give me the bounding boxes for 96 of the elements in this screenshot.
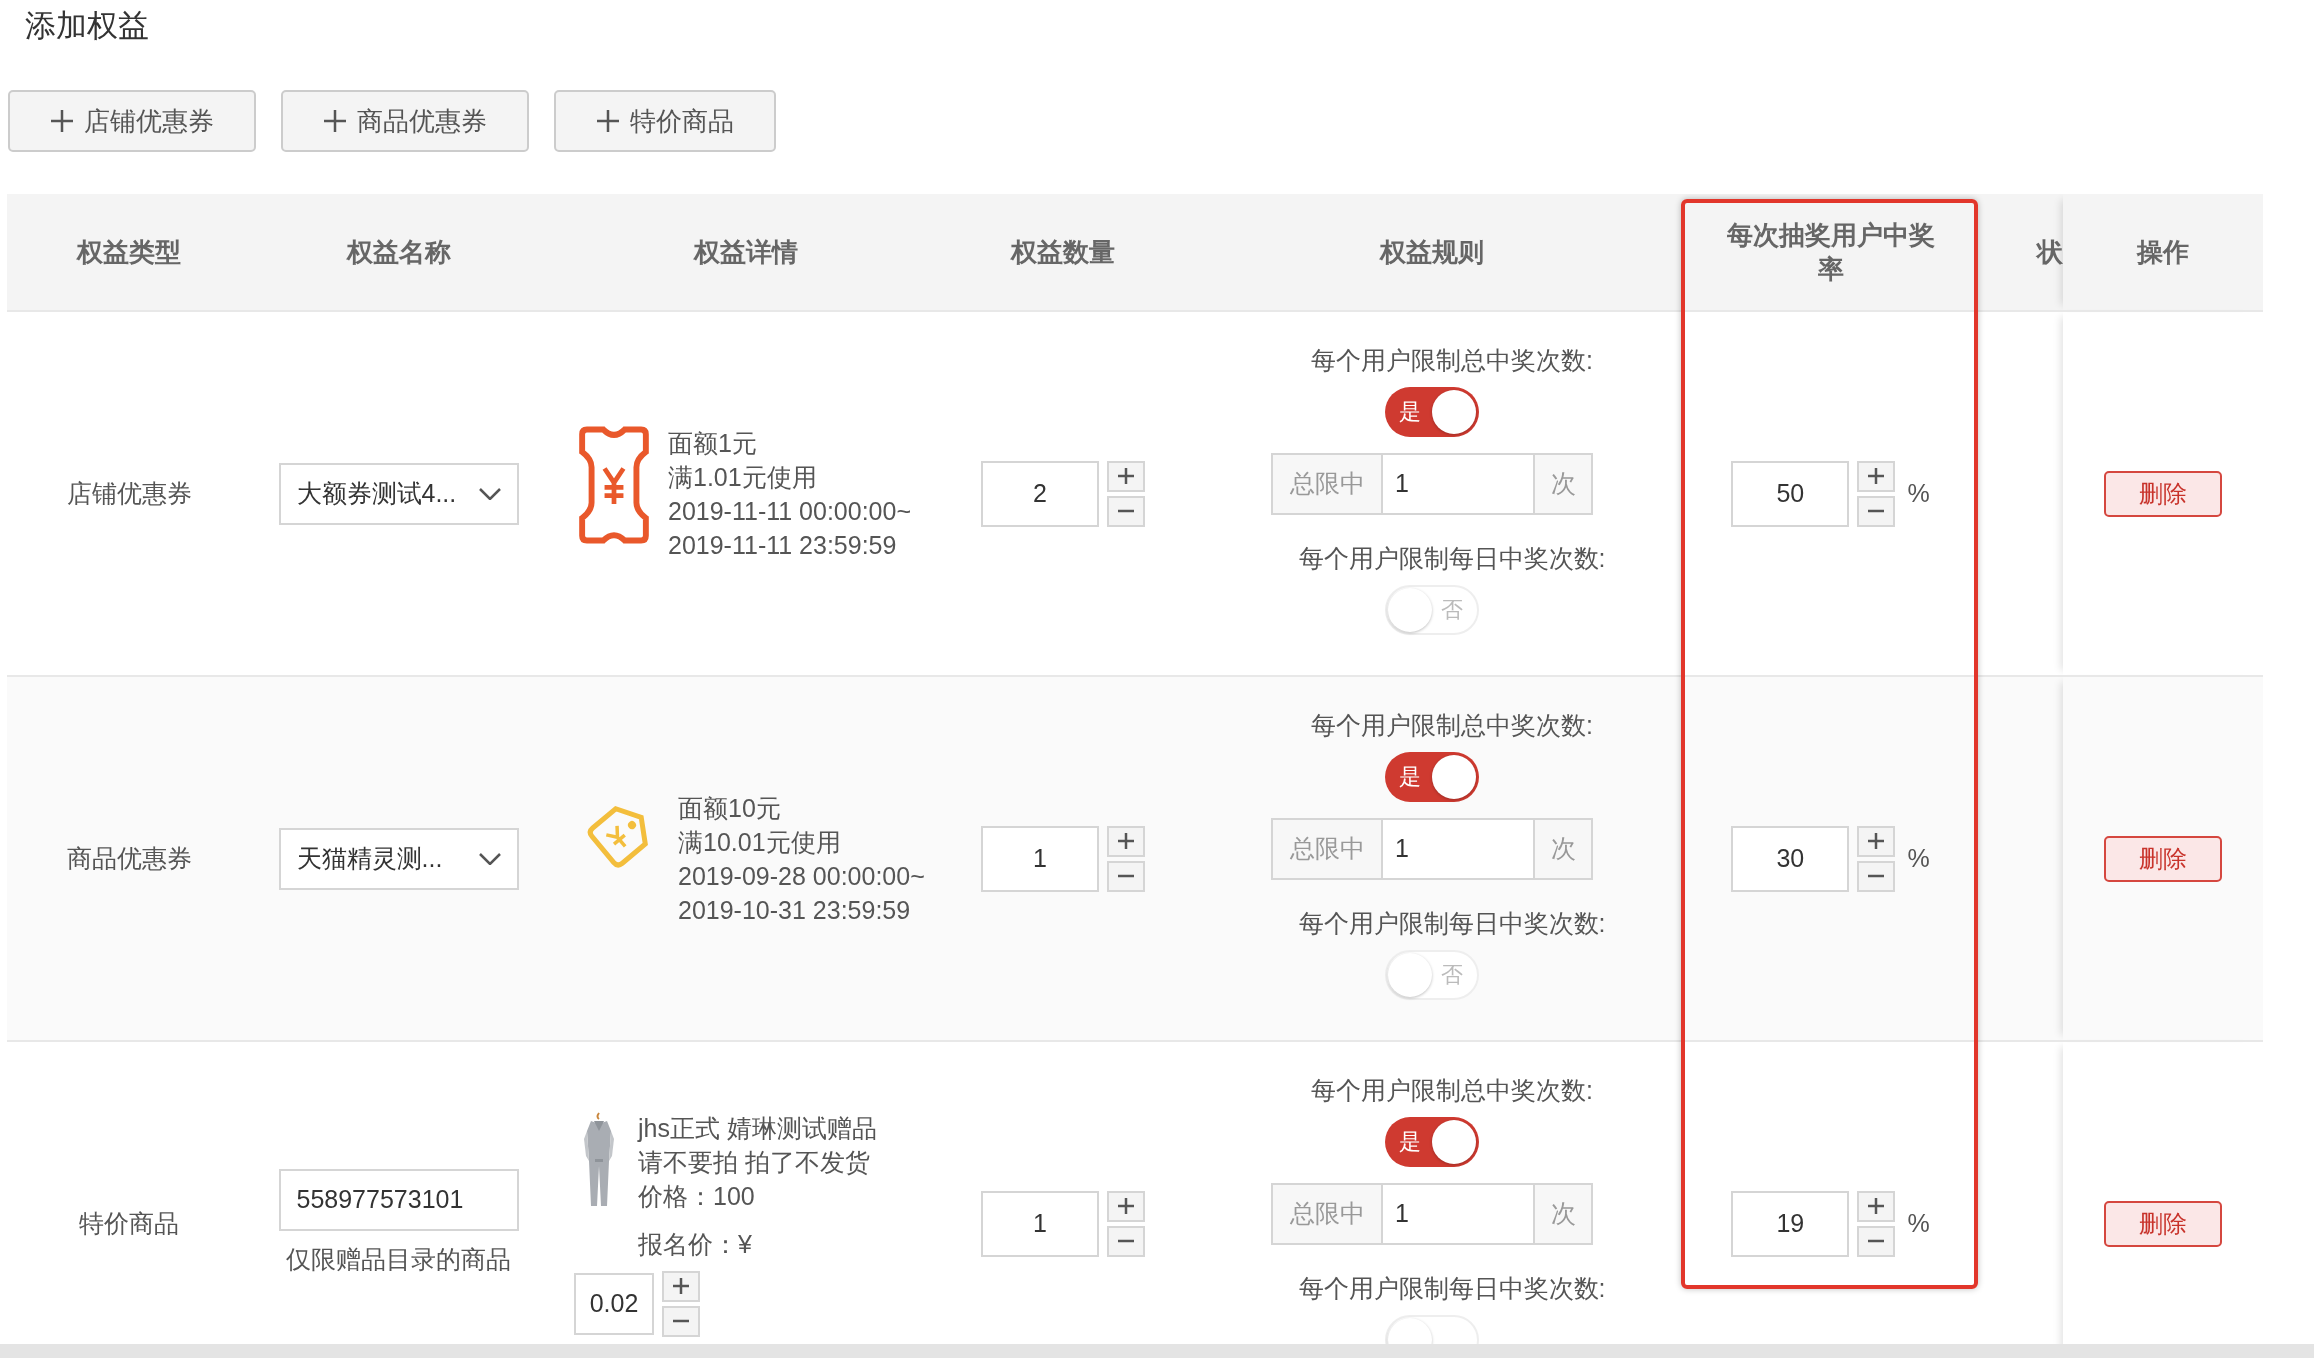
limit-field[interactable]: 1 xyxy=(1383,817,1533,880)
detail-text: jhs正式 婧琳测试赠品 xyxy=(638,1112,877,1144)
column-header: 权益数量 xyxy=(1011,237,1115,267)
rule-label: 每个用户限制每日中奖次数: xyxy=(1297,907,1606,939)
plus-icon xyxy=(1117,1197,1135,1215)
plus-icon xyxy=(323,109,347,133)
toggle-switch[interactable]: 是 xyxy=(1385,1116,1479,1167)
limit-suffix: 次 xyxy=(1533,817,1593,880)
column-header: 权益名称 xyxy=(346,237,451,267)
plus-icon xyxy=(1867,467,1886,485)
rate-field[interactable]: 30 xyxy=(1731,825,1850,892)
decrement-button[interactable] xyxy=(1107,495,1145,527)
plus-icon xyxy=(1867,832,1886,850)
minus-icon xyxy=(1867,874,1886,878)
percent-sign: % xyxy=(1907,842,1930,874)
detail-text: 2019-09-28 00:00:00~ xyxy=(678,860,925,892)
detail-text: 2019-10-31 23:59:59 xyxy=(678,894,912,926)
page-title: 添加权益 xyxy=(24,7,150,45)
limit-prefix: 总限中 xyxy=(1271,817,1383,880)
price-label: 报名价：¥ xyxy=(638,1228,753,1260)
chevron-icon xyxy=(478,487,501,500)
decrement-button[interactable] xyxy=(1857,495,1896,527)
minus-icon xyxy=(1117,509,1135,513)
detail-text: 请不要拍 拍了不发货 xyxy=(638,1146,871,1178)
decrement-button[interactable] xyxy=(1107,1225,1145,1257)
plus-icon xyxy=(50,109,74,133)
add-button[interactable]: 商品优惠券 xyxy=(281,90,529,152)
minus-icon xyxy=(1867,1239,1886,1243)
rule-label: 每个用户限制总中奖次数: xyxy=(1310,709,1593,741)
column-header: 每次抽奖用户中奖率 xyxy=(1725,219,1936,286)
limit-field[interactable]: 1 xyxy=(1383,1182,1533,1245)
delete-button[interactable]: 删除 xyxy=(2104,1200,2222,1247)
plus-icon xyxy=(1117,467,1135,485)
quantity-field[interactable]: 1 xyxy=(981,1190,1099,1257)
increment-button[interactable] xyxy=(1107,460,1145,492)
detail-text: 满10.01元使用 xyxy=(678,826,842,858)
increment-button[interactable] xyxy=(662,1270,700,1302)
detail-text: 面额1元 xyxy=(668,427,758,459)
chevron-icon xyxy=(478,852,501,865)
decrement-button[interactable] xyxy=(1857,860,1896,892)
percent-sign: % xyxy=(1907,1207,1930,1239)
delete-button[interactable]: 删除 xyxy=(2104,835,2222,882)
decrement-button[interactable] xyxy=(1857,1225,1896,1257)
limit-suffix: 次 xyxy=(1533,452,1593,515)
increment-button[interactable] xyxy=(1107,825,1145,857)
limit-field[interactable]: 1 xyxy=(1383,452,1533,515)
name-select[interactable]: 天猫精灵测... xyxy=(278,827,519,890)
rate-field[interactable]: 19 xyxy=(1731,1190,1850,1257)
increment-button[interactable] xyxy=(1857,460,1896,492)
rate-field[interactable]: 50 xyxy=(1731,460,1850,527)
detail-text: 面额10元 xyxy=(678,792,782,824)
name-select[interactable]: 大额券测试4... xyxy=(278,462,519,525)
percent-sign: % xyxy=(1907,477,1930,509)
plus-icon xyxy=(596,109,620,133)
price-field[interactable]: 0.02 xyxy=(574,1272,654,1335)
add-button[interactable]: 店铺优惠券 xyxy=(8,90,256,152)
limit-suffix: 次 xyxy=(1533,1182,1593,1245)
quantity-field[interactable]: 2 xyxy=(981,460,1099,527)
plus-icon xyxy=(672,1277,690,1295)
minus-icon xyxy=(672,1319,690,1323)
rule-label: 每个用户限制每日中奖次数: xyxy=(1297,542,1606,574)
rule-label: 每个用户限制每日中奖次数: xyxy=(1297,1272,1606,1304)
add-button[interactable]: 特价商品 xyxy=(554,90,776,152)
toggle-switch[interactable]: 是 xyxy=(1385,386,1479,437)
detail-text: 2019-11-11 23:59:59 xyxy=(668,529,898,561)
type-label: 店铺优惠券 xyxy=(66,478,192,507)
increment-button[interactable] xyxy=(1857,1190,1896,1222)
increment-button[interactable] xyxy=(1107,1190,1145,1222)
detail-text: 2019-11-11 00:00:00~ xyxy=(668,495,912,527)
detail-text: 价格：100 xyxy=(638,1180,756,1212)
decrement-button[interactable] xyxy=(662,1305,700,1337)
plus-icon xyxy=(1117,832,1135,850)
type-label: 特价商品 xyxy=(79,1208,179,1237)
column-header: 权益类型 xyxy=(77,237,181,267)
column-header: 权益规则 xyxy=(1380,237,1484,267)
increment-button[interactable] xyxy=(1857,825,1896,857)
limit-prefix: 总限中 xyxy=(1271,1182,1383,1245)
delete-button[interactable]: 删除 xyxy=(2104,470,2222,517)
minus-icon xyxy=(1117,874,1135,878)
limit-prefix: 总限中 xyxy=(1271,452,1383,515)
detail-text: 满1.01元使用 xyxy=(668,461,818,493)
column-header: 操作 xyxy=(2137,237,2189,267)
product-id-field[interactable]: 558977573101 xyxy=(278,1168,519,1231)
column-header: 权益详情 xyxy=(693,237,798,267)
column-header: 状 xyxy=(2037,237,2063,267)
minus-icon xyxy=(1867,509,1886,513)
type-label: 商品优惠券 xyxy=(66,843,192,872)
plus-icon xyxy=(1867,1197,1886,1215)
rule-label: 每个用户限制总中奖次数: xyxy=(1310,344,1593,376)
minus-icon xyxy=(1117,1239,1135,1243)
decrement-button[interactable] xyxy=(1107,860,1145,892)
rule-label: 每个用户限制总中奖次数: xyxy=(1310,1074,1593,1106)
toggle-switch[interactable]: 是 xyxy=(1385,751,1479,802)
quantity-field[interactable]: 1 xyxy=(981,825,1099,892)
scrollbar[interactable] xyxy=(0,1344,2314,1358)
field-hint: 仅限赠品目录的商品 xyxy=(285,1243,512,1275)
